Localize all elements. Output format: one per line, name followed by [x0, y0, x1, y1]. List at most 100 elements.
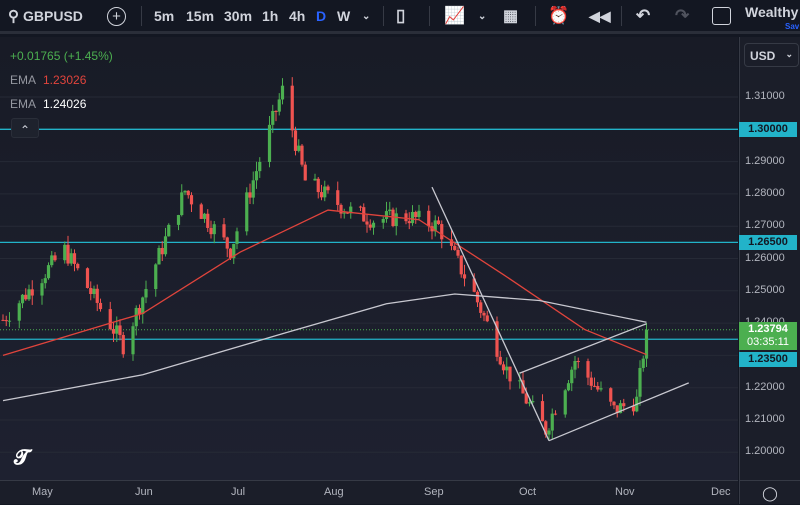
interval-D[interactable]: D	[316, 0, 326, 32]
time-tick-label: Jun	[135, 486, 153, 498]
currency-select[interactable]: USD ⌄	[744, 43, 799, 67]
candle-down	[436, 220, 441, 225]
candle-up	[258, 161, 262, 172]
ema2-value: 1.24026	[43, 97, 87, 111]
candle-down	[248, 192, 252, 198]
candle-down	[189, 195, 194, 205]
candle-down	[339, 204, 343, 214]
candle-up	[313, 178, 317, 181]
candle-up	[254, 171, 259, 181]
time-tick-label: Dec	[711, 486, 731, 498]
candle-up	[183, 190, 187, 193]
candle-down	[612, 401, 616, 406]
candle-down	[209, 227, 213, 235]
candle-up	[417, 210, 421, 218]
fullscreen-icon[interactable]	[712, 0, 731, 32]
candle-up	[566, 383, 571, 391]
time-tick-label: Nov	[615, 486, 635, 498]
candle-up	[163, 236, 168, 255]
candle-down	[118, 325, 122, 335]
candle-up	[323, 186, 327, 198]
symbol-search[interactable]: ⚲ GBPUSD	[8, 0, 83, 32]
candle-up	[388, 209, 392, 212]
candle-up	[599, 388, 603, 390]
interval-5m[interactable]: 5m	[154, 0, 174, 32]
candle-up	[43, 278, 47, 284]
price-chart[interactable]	[0, 37, 738, 480]
compare-symbol-button[interactable]: +	[107, 0, 126, 32]
interval-30m[interactable]: 30m	[224, 0, 252, 32]
interval-1h[interactable]: 1h	[262, 0, 278, 32]
candle-down	[475, 291, 480, 303]
collapse-legend-button[interactable]: ⌃	[11, 118, 39, 138]
candle-up	[69, 253, 73, 264]
candle-down	[24, 294, 28, 300]
candle-down	[72, 253, 77, 264]
chevron-down-icon[interactable]: ⌄	[478, 0, 486, 32]
candle-down	[404, 213, 408, 222]
price-tick-label: 1.31000	[745, 90, 785, 102]
candle-down	[592, 385, 597, 387]
ema-slow-line	[2, 293, 647, 402]
ema2-label: EMA	[10, 97, 37, 111]
candle-down	[290, 85, 294, 131]
candle-down	[631, 406, 636, 412]
candle-down	[303, 164, 307, 181]
interval-W[interactable]: W	[337, 0, 350, 32]
candles-icon[interactable]: ▯	[396, 0, 405, 32]
candle-up	[371, 222, 376, 228]
candle-up	[141, 297, 145, 314]
candle-down	[596, 386, 600, 390]
top-toolbar: ⚲ GBPUSD + 5m 15m 30m 1h 4h D W ⌄ ▯ 📈 ⌄ ▦…	[0, 0, 800, 34]
symbol-label: GBPUSD	[23, 8, 83, 24]
price-tick-label: 1.27000	[745, 219, 785, 232]
candle-up	[176, 215, 181, 225]
settings-icon[interactable]: ◯	[739, 480, 800, 504]
candle-up	[40, 283, 44, 296]
interval-4h[interactable]: 4h	[289, 0, 305, 32]
candle-down	[459, 255, 463, 275]
tradingview-logo: 𝓣	[14, 447, 30, 469]
candle-down	[111, 329, 116, 334]
candle-down	[368, 224, 372, 228]
candle-up	[251, 180, 255, 198]
candle-down	[501, 364, 506, 371]
candle-up	[92, 288, 96, 295]
ema-fast-line	[2, 209, 647, 357]
price-tick-label: 1.25000	[745, 283, 785, 296]
candle-down	[485, 315, 489, 322]
candle-down	[414, 211, 418, 218]
price-tick-label: 1.22000	[745, 380, 785, 393]
candle-down	[508, 366, 512, 382]
candle-down	[540, 401, 545, 422]
indicators-icon[interactable]: 📈	[444, 0, 465, 32]
replay-icon[interactable]: ◀◀	[589, 0, 611, 32]
candle-down	[462, 274, 467, 279]
candle-down	[293, 130, 298, 151]
chevron-down-icon[interactable]: ⌄	[362, 0, 370, 32]
time-tick-label: Aug	[324, 486, 344, 498]
candle-up	[563, 390, 567, 415]
candle-down	[479, 302, 483, 313]
candle-down	[336, 190, 340, 205]
candle-up	[641, 358, 645, 368]
chart-pane[interactable]: +0.01765 (+1.45%) EMA 1.23026 EMA 1.2402…	[0, 37, 738, 480]
layout-grid-icon[interactable]: ▦	[503, 0, 518, 32]
alarm-add-icon[interactable]: ⏰	[548, 0, 569, 32]
candle-down	[391, 209, 395, 226]
undo-icon[interactable]: ↶	[636, 0, 650, 32]
candle-up	[154, 264, 158, 290]
candle-down	[95, 288, 99, 303]
chevron-down-icon: ⌄	[785, 49, 793, 59]
candle-down	[108, 309, 112, 330]
candle-down	[407, 221, 411, 224]
candle-down	[358, 206, 363, 208]
candle-down	[186, 190, 190, 196]
redo-icon[interactable]: ↷	[675, 0, 689, 32]
hline-price-tag: 1.26500	[739, 235, 797, 251]
candle-up	[267, 124, 272, 162]
candle-up	[245, 192, 249, 232]
candle-down	[85, 268, 90, 288]
search-icon: ⚲	[8, 8, 19, 25]
interval-15m[interactable]: 15m	[186, 0, 214, 32]
